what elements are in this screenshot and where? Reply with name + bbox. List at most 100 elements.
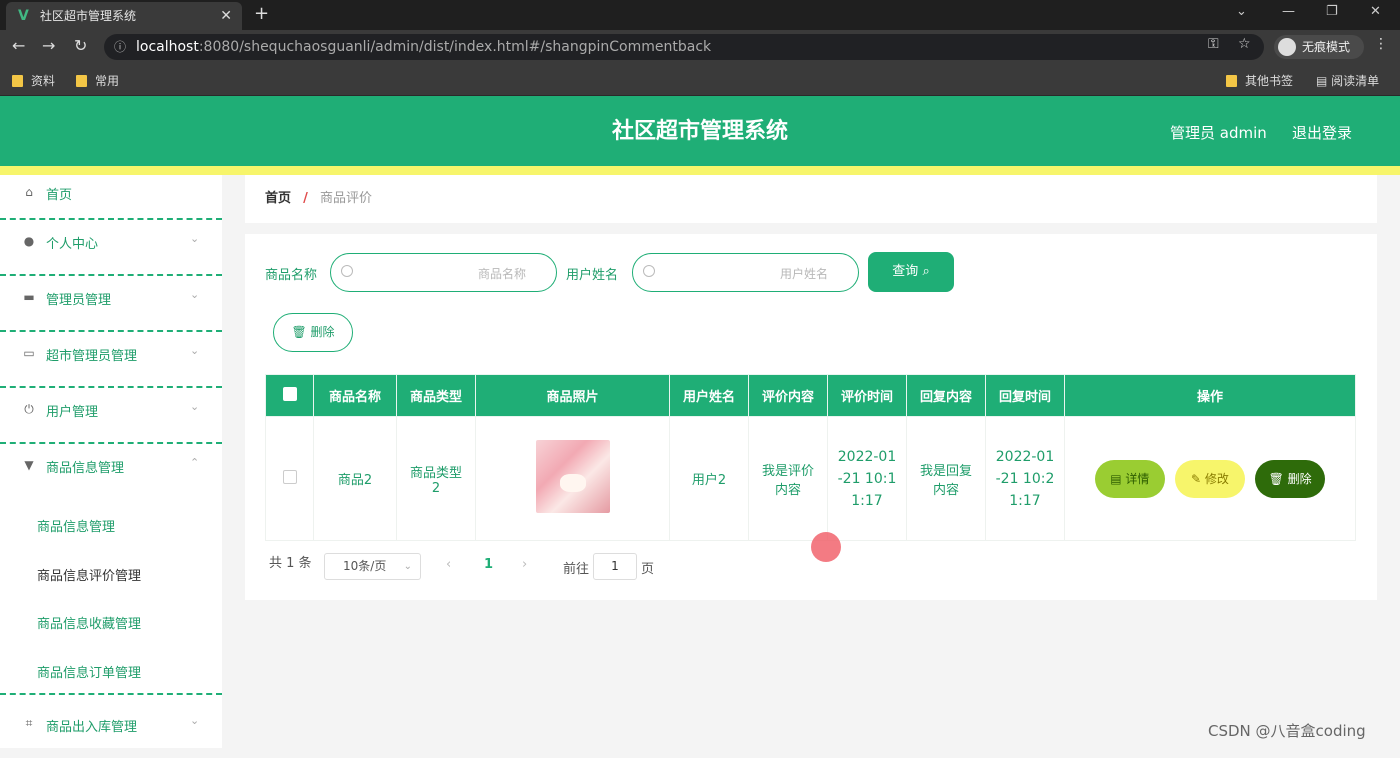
sidebar-item-admins[interactable]: ▬ 管理员管理 ⌄ [0,276,222,332]
cell-comment: 我是评价内容 [748,416,828,541]
product-name-label: 商品名称 [265,268,318,283]
breadcrumb-separator: / [303,191,308,206]
crop-icon: ⌗ [25,716,33,730]
tab-close-icon[interactable]: ✕ [220,2,232,30]
product-name-placeholder: 商品名称 [477,267,526,281]
col-header: 商品照片 [475,374,670,417]
product-name-input[interactable]: 商品名称 [330,253,557,292]
logout-link[interactable]: 退出登录 [1292,122,1352,143]
prev-page-icon[interactable]: ‹ [446,557,451,572]
sidebar-item-store-admins[interactable]: ▭ 超市管理员管理 ⌄ [0,332,222,388]
table-row: 商品2 商品类型2 用户2 我是评价内容 2022-01-21 10:11:17… [265,416,1356,541]
cell-reply-time: 2022-01-21 10:21:17 [985,416,1065,541]
select-all-cell[interactable] [265,374,314,417]
restore-icon[interactable]: ❐ [1326,4,1338,19]
detail-button[interactable]: ▤ 详情 [1094,459,1165,498]
col-header: 评价内容 [748,374,828,417]
watermark: CSDN @八音盒coding [1208,722,1366,740]
sidebar-item-users[interactable]: ⏻ 用户管理 ⌄ [0,388,222,444]
sidebar-divider [0,693,222,695]
incognito-label: 无痕模式 [1302,40,1351,54]
admin-label: 管理员 admin [1170,124,1267,142]
back-icon[interactable]: ← [12,36,25,55]
url-field[interactable]: ⓘ localhost:8080/shequchaosguanli/admin/… [104,34,1264,60]
minimize-icon[interactable]: — [1282,4,1295,19]
bookmark-folder-other[interactable]: 其他书签 [1226,72,1293,89]
cell-comment-time: 2022-01-21 10:11:17 [827,416,907,541]
reading-list-icon: ▤ [1316,74,1332,88]
chevron-down-icon: ⌄ [190,288,200,301]
col-header: 操作 [1064,374,1356,417]
row-checkbox[interactable] [282,469,297,484]
col-header: 商品类型 [396,374,476,417]
breadcrumb-home[interactable]: 首页 [265,191,291,206]
power-icon: ⏻ [24,402,34,416]
user-icon: ● [23,234,35,248]
cell-actions: ▤ 详情 ✎ 修改 🗑 删除 [1064,416,1356,541]
search-icon: ⌕ [922,264,930,279]
sidebar-sub-product-orders[interactable]: 商品信息订单管理 [37,662,141,681]
menu-icon[interactable]: ⋮ [1374,36,1388,52]
app-header: 社区超市管理系统 管理员 admin 退出登录 [0,96,1400,166]
browser-tab-bar: V 社区超市管理系统 ✕ + ⌄ — ❐ ✕ [0,0,1400,30]
url-path: :8080/shequchaosguanli/admin/dist/index.… [198,39,712,55]
window-close-icon[interactable]: ✕ [1370,4,1381,19]
goto-page-input[interactable]: 1 [593,553,637,580]
pencil-icon: ✎ [1191,471,1205,486]
search-icon [341,265,353,277]
chevron-down-icon: ⌄ [190,344,200,357]
row-delete-button[interactable]: 🗑 删除 [1255,459,1326,498]
sidebar: ⌂ 首页 ● 个人中心 ⌄ ▬ 管理员管理 ⌄ ▭ 超市管理员管理 ⌄ ⏻ 用户… [0,175,222,748]
incognito-badge[interactable]: 无痕模式 [1274,35,1364,59]
chevron-down-icon: ⌄ [190,714,200,727]
user-name-placeholder: 用户姓名 [779,267,828,281]
tab-title: 社区超市管理系统 [40,9,137,23]
key-icon[interactable]: ⚿ [1208,36,1219,52]
folder-icon [1226,75,1237,87]
chevron-down-icon[interactable]: ⌄ [1236,4,1247,19]
chevron-down-icon: ⌄ [190,400,200,413]
trash-icon: 🗑 [1268,471,1288,486]
reading-list[interactable]: ▤ 阅读清单 [1316,72,1379,89]
sidebar-sub-product-info[interactable]: 商品信息管理 [37,516,115,535]
current-page[interactable]: 1 [484,557,493,572]
cup-icon: ▼ [24,458,34,472]
sidebar-sub-product-favorites[interactable]: 商品信息收藏管理 [37,613,141,632]
star-icon[interactable]: ☆ [1238,36,1251,52]
breadcrumb: 首页 / 商品评价 [245,175,1377,223]
info-icon[interactable]: ⓘ [114,34,126,60]
bookmark-folder[interactable]: 资料 [12,72,55,89]
edit-button[interactable]: ✎ 修改 [1175,459,1245,498]
cell-user-name: 用户2 [669,416,749,541]
forward-icon[interactable]: → [42,36,55,55]
table-header-row: 商品名称 商品类型 商品照片 用户姓名 评价内容 评价时间 回复内容 回复时间 … [265,374,1356,417]
document-icon: ▤ [1110,471,1126,486]
batch-delete-button[interactable]: 🗑 删除 [273,313,353,352]
query-button[interactable]: 查询 ⌕ [868,252,954,292]
chevron-down-icon: ⌄ [190,232,200,245]
chevron-up-icon: ⌃ [190,456,200,469]
header-accent-strip [0,166,1400,175]
sidebar-item-stock[interactable]: ⌗ 商品出入库管理 ⌄ [0,702,222,758]
comments-table: 商品名称 商品类型 商品照片 用户姓名 评价内容 评价时间 回复内容 回复时间 … [265,374,1356,541]
home-icon: ⌂ [25,185,33,199]
row-select-cell[interactable] [265,416,314,541]
col-header: 回复内容 [906,374,986,417]
page-size-select[interactable]: 10条/页 ⌄ [324,553,421,580]
bookmark-folder[interactable]: 常用 [76,72,119,89]
reload-icon[interactable]: ↻ [74,36,87,55]
user-name-label: 用户姓名 [566,268,619,283]
sidebar-item-profile[interactable]: ● 个人中心 ⌄ [0,220,222,276]
next-page-icon[interactable]: › [522,557,527,572]
new-tab-icon[interactable]: + [254,3,269,24]
sidebar-sub-product-comments[interactable]: 商品信息评价管理 [37,565,141,584]
folder-icon [12,75,23,87]
sidebar-item-home[interactable]: ⌂ 首页 [0,175,222,220]
sidebar-item-products[interactable]: ▼ 商品信息管理 ⌃ [0,444,222,492]
search-icon [643,265,655,277]
browser-tab[interactable]: V 社区超市管理系统 ✕ [6,2,242,30]
folder-icon [76,75,87,87]
user-name-input[interactable]: 用户姓名 [632,253,859,292]
select-all-checkbox[interactable] [282,386,297,401]
col-header: 评价时间 [827,374,907,417]
